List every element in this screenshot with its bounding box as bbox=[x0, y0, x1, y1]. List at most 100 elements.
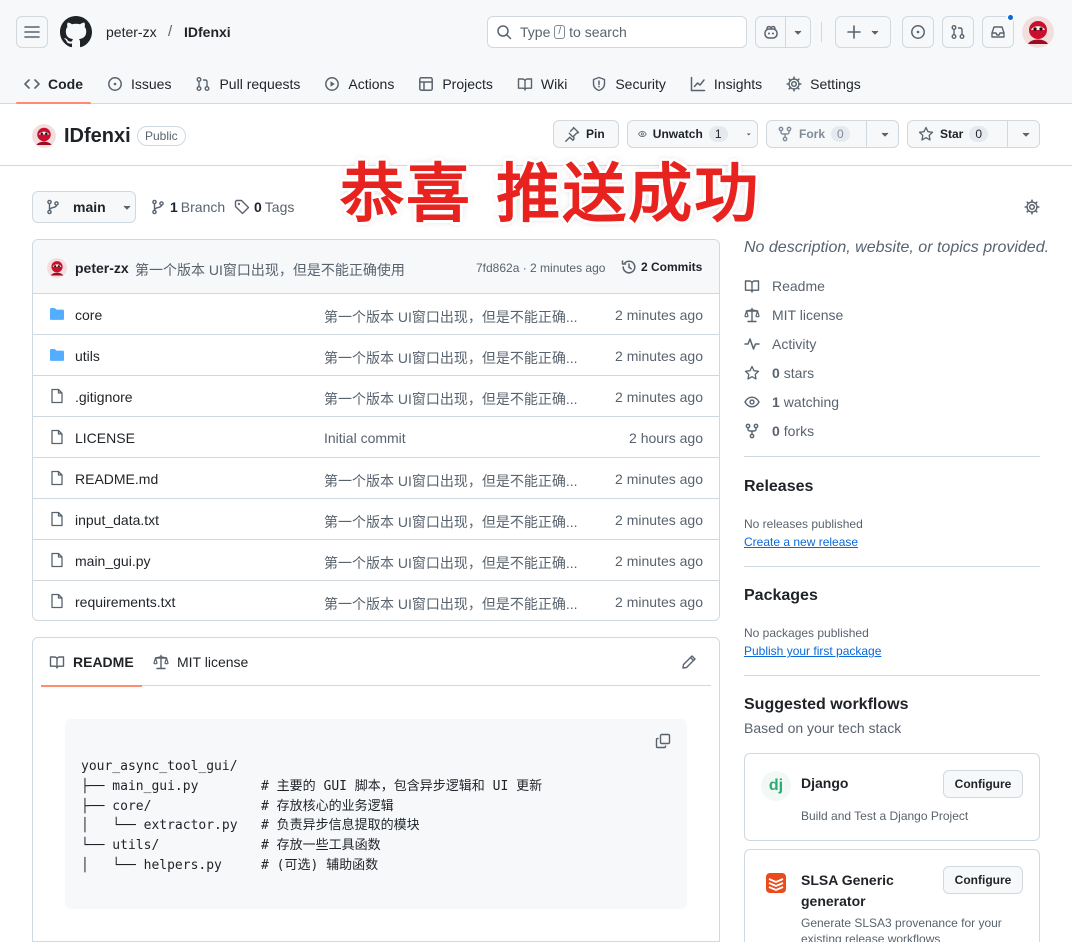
eye-icon bbox=[638, 130, 647, 138]
pulse-icon bbox=[744, 338, 760, 350]
file-row[interactable]: .gitignore 第一个版本 UI窗口出现，但是不能正确... 2 minute… bbox=[33, 376, 719, 417]
about-watching-link[interactable]: 1 watching bbox=[744, 394, 839, 410]
configure-button[interactable]: Configure bbox=[943, 770, 1023, 798]
tab-projects[interactable]: Projects bbox=[410, 64, 501, 104]
about-license-link[interactable]: MIT license bbox=[744, 307, 843, 323]
branch-count: 1 bbox=[170, 199, 178, 215]
tab-actions[interactable]: Actions bbox=[316, 64, 402, 104]
tab-security[interactable]: Security bbox=[583, 64, 674, 104]
branches-link[interactable]: 1 Branch bbox=[150, 199, 225, 215]
tags-link[interactable]: 0 Tags bbox=[234, 199, 294, 215]
file-commit-message[interactable]: Initial commit bbox=[324, 430, 584, 446]
file-commit-message[interactable]: 第一个版本 UI窗口出现，但是不能正确... bbox=[324, 348, 584, 368]
repo-owner-avatar[interactable] bbox=[32, 124, 56, 148]
about-activity-link[interactable]: Activity bbox=[744, 336, 816, 352]
file-row[interactable]: utils 第一个版本 UI窗口出现，但是不能正确... 2 minutes ago bbox=[33, 335, 719, 376]
file-type-icon bbox=[49, 593, 65, 609]
github-logo-icon[interactable] bbox=[60, 16, 92, 48]
unwatch-button[interactable]: Unwatch 1 bbox=[627, 120, 758, 148]
pull-requests-shortcut-button[interactable] bbox=[942, 16, 974, 48]
file-icon bbox=[51, 511, 63, 527]
file-commit-message[interactable]: 第一个版本 UI窗口出现，但是不能正确... bbox=[324, 512, 584, 532]
commits-link[interactable]: 2 Commits bbox=[621, 259, 702, 275]
commit-message[interactable]: 第一个版本 UI窗口出现，但是不能正确使用 bbox=[135, 260, 405, 280]
tab-readme[interactable]: README bbox=[41, 638, 142, 687]
pin-button[interactable]: Pin bbox=[553, 120, 619, 148]
file-type-icon bbox=[49, 552, 65, 568]
gear-icon[interactable] bbox=[1024, 199, 1040, 215]
file-type-icon bbox=[49, 347, 65, 363]
packages-heading[interactable]: Packages bbox=[744, 587, 818, 605]
copy-icon[interactable] bbox=[655, 733, 671, 749]
star-button[interactable]: Star 0 bbox=[907, 120, 1040, 148]
file-name[interactable]: .gitignore bbox=[75, 389, 133, 405]
tab-wiki[interactable]: Wiki bbox=[509, 64, 575, 104]
tab-code[interactable]: Code bbox=[16, 64, 91, 104]
commit-author[interactable]: peter-zx bbox=[75, 260, 129, 276]
tab-mit-license[interactable]: MIT license bbox=[153, 638, 248, 686]
pencil-icon[interactable] bbox=[681, 654, 697, 670]
tab-issues[interactable]: Issues bbox=[99, 64, 179, 104]
file-name[interactable]: main_gui.py bbox=[75, 553, 151, 569]
file-name[interactable]: utils bbox=[75, 348, 100, 364]
breadcrumb-owner[interactable]: peter-zx bbox=[106, 24, 157, 40]
file-commit-message[interactable]: 第一个版本 UI窗口出现，但是不能正确... bbox=[324, 553, 584, 573]
file-row[interactable]: input_data.txt 第一个版本 UI窗口出现，但是不能正确... 2 mi… bbox=[33, 499, 719, 540]
fork-button[interactable]: Fork 0 bbox=[766, 120, 899, 148]
publish-package-link[interactable]: Publish your first package bbox=[744, 644, 881, 658]
file-row[interactable]: requirements.txt 第一个版本 UI窗口出现，但是不能正确... 2 … bbox=[33, 581, 719, 620]
watching-label: watching bbox=[783, 394, 840, 410]
play-icon bbox=[325, 77, 340, 91]
file-row[interactable]: core 第一个版本 UI窗口出现，但是不能正确... 2 minutes ago bbox=[33, 294, 719, 335]
file-commit-message[interactable]: 第一个版本 UI窗口出现，但是不能正确... bbox=[324, 389, 584, 409]
create-new-button[interactable] bbox=[835, 16, 891, 48]
slsa-logo-icon bbox=[766, 873, 786, 893]
file-commit-message[interactable]: 第一个版本 UI窗口出现，但是不能正确... bbox=[324, 307, 584, 327]
branch-count-label: Branch bbox=[180, 199, 226, 215]
header-divider bbox=[821, 22, 822, 42]
branch-selector[interactable]: main bbox=[32, 191, 136, 223]
search-input[interactable]: Type / to search bbox=[487, 16, 747, 48]
star-dropdown[interactable] bbox=[1007, 121, 1039, 147]
fork-dropdown[interactable] bbox=[866, 121, 898, 147]
file-commit-message[interactable]: 第一个版本 UI窗口出现，但是不能正确... bbox=[324, 594, 584, 614]
about-forks-link[interactable]: 0 forks bbox=[744, 423, 814, 439]
about-license-label: MIT license bbox=[772, 307, 844, 323]
breadcrumb-repo[interactable]: IDfenxi bbox=[184, 24, 231, 40]
django-logo-icon: dj bbox=[761, 771, 791, 801]
branch-name: main bbox=[73, 199, 106, 215]
file-row[interactable]: README.md 第一个版本 UI窗口出现，但是不能正确... 2 minutes… bbox=[33, 458, 719, 499]
file-commit-time: 2 minutes ago bbox=[615, 389, 703, 405]
releases-heading[interactable]: Releases bbox=[744, 478, 813, 496]
about-stars-link[interactable]: 0 stars bbox=[744, 365, 814, 381]
create-release-link[interactable]: Create a new release bbox=[744, 535, 858, 549]
user-avatar[interactable] bbox=[1022, 16, 1054, 48]
tab-settings[interactable]: Settings bbox=[778, 64, 869, 104]
copilot-icon bbox=[763, 25, 778, 39]
file-icon bbox=[51, 388, 63, 404]
file-name[interactable]: core bbox=[75, 307, 102, 323]
tab-pull-requests[interactable]: Pull requests bbox=[187, 64, 308, 104]
file-row[interactable]: LICENSE Initial commit 2 hours ago bbox=[33, 417, 719, 458]
commit-hash-time[interactable]: 7fd862a · 2 minutes ago bbox=[476, 261, 605, 275]
chevron-down-icon bbox=[746, 133, 751, 136]
workflow-title: Django bbox=[801, 775, 849, 791]
menu-button[interactable] bbox=[16, 16, 48, 48]
commit-author-avatar[interactable] bbox=[47, 258, 67, 278]
file-name[interactable]: README.md bbox=[75, 471, 158, 487]
copilot-button[interactable] bbox=[755, 16, 811, 48]
file-name[interactable]: requirements.txt bbox=[75, 594, 175, 610]
tab-insights[interactable]: Insights bbox=[682, 64, 770, 104]
file-name[interactable]: input_data.txt bbox=[75, 512, 159, 528]
issues-shortcut-button[interactable] bbox=[902, 16, 934, 48]
watch-count: 1 bbox=[708, 126, 728, 142]
hamburger-icon bbox=[24, 26, 40, 38]
file-name[interactable]: LICENSE bbox=[75, 430, 135, 446]
about-readme-link[interactable]: Readme bbox=[744, 278, 825, 294]
file-commit-message[interactable]: 第一个版本 UI窗口出现，但是不能正确... bbox=[324, 471, 584, 491]
forks-label: forks bbox=[783, 423, 815, 439]
configure-button[interactable]: Configure bbox=[943, 866, 1023, 894]
file-row[interactable]: main_gui.py 第一个版本 UI窗口出现，但是不能正确... 2 minut… bbox=[33, 540, 719, 581]
repo-title[interactable]: IDfenxi bbox=[64, 124, 131, 148]
file-type-icon bbox=[49, 429, 65, 445]
